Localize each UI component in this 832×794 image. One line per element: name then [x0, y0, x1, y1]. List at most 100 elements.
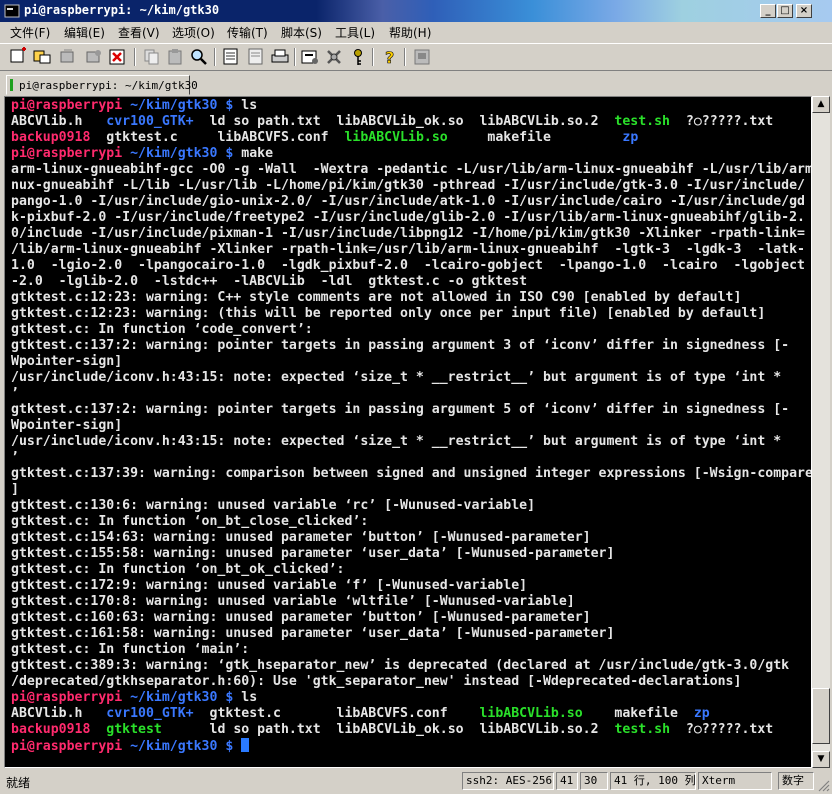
status-col: 30 — [580, 772, 608, 790]
terminal-line: gtktest.c:130:6: warning: unused variabl… — [11, 498, 811, 514]
terminal-text: gtktest.c libABCVFS.conf — [90, 130, 345, 145]
terminal-text: gtktest.c:160:63: warning: unused parame… — [11, 610, 591, 625]
terminal-text: gtktest.c: In function ‘on_bt_ok_clicked… — [11, 562, 345, 577]
global-options-icon[interactable] — [324, 47, 344, 67]
maximize-button[interactable]: □ — [777, 4, 793, 18]
terminal-text: gtktest.c:389:3: warning: ‘gtk_hseparato… — [11, 658, 790, 673]
menu-options[interactable]: 选项(O) — [172, 24, 215, 41]
close-button[interactable]: × — [796, 4, 812, 18]
toolbar-separator — [134, 48, 136, 66]
terminal-text: Wpointer-sign] — [11, 418, 123, 433]
terminal-text: pi@raspberrypi — [11, 690, 123, 705]
terminal-text: ABCVlib.h — [11, 114, 107, 129]
session-tab-label: pi@raspberrypi: ~/kim/gtk30 — [19, 79, 198, 92]
find-icon[interactable] — [189, 47, 209, 67]
terminal-text: libABCVLib.so — [479, 706, 583, 721]
terminal-text: /lib/arm-linux-gnueabihf -Xlinker -rpath… — [11, 242, 805, 257]
print-setup-icon[interactable] — [221, 47, 241, 67]
toolbar-separator — [214, 48, 216, 66]
key-map-icon[interactable] — [348, 47, 368, 67]
menu-file[interactable]: 文件(F) — [10, 24, 50, 41]
status-numlock: 数字 — [778, 772, 814, 790]
terminal-line: Wpointer-sign] — [11, 418, 811, 434]
terminal-text: gtktest.c:137:39: warning: comparison be… — [11, 466, 811, 481]
terminal-text: ?○?????.txt — [670, 114, 774, 129]
terminal-text: /usr/include/iconv.h:43:15: note: expect… — [11, 434, 782, 449]
minimize-button[interactable]: _ — [760, 4, 776, 18]
terminal-text: gtktest.c:130:6: warning: unused variabl… — [11, 498, 536, 513]
terminal-text: test.sh — [614, 114, 670, 129]
resize-grip-icon[interactable] — [818, 780, 830, 792]
terminal-line: pi@raspberrypi ~/kim/gtk30 $ make — [11, 146, 811, 162]
paste-icon[interactable] — [166, 47, 186, 67]
terminal-text: gtktest.c:170:8: warning: unused variabl… — [11, 594, 575, 609]
terminal-text: 1.0 -lgio-2.0 -lpangocairo-1.0 -lgdk_pix… — [11, 258, 805, 273]
terminal-line: /usr/include/iconv.h:43:15: note: expect… — [11, 434, 811, 450]
title-bar: pi@raspberrypi: ~/kim/gtk30 _ □ × — [0, 0, 832, 22]
terminal-text: gtktest.c:154:63: warning: unused parame… — [11, 530, 591, 545]
connected-indicator-icon — [10, 79, 13, 91]
status-protocol: ssh2: AES-256 — [462, 772, 554, 790]
menu-help[interactable]: 帮助(H) — [389, 24, 431, 41]
reconnect-icon[interactable] — [58, 47, 78, 67]
copy-icon[interactable] — [142, 47, 162, 67]
terminal-text: gtktest.c:137:2: warning: pointer target… — [11, 402, 790, 417]
terminal-line: gtktest.c:137:2: warning: pointer target… — [11, 402, 811, 418]
menu-script[interactable]: 脚本(S) — [281, 24, 322, 41]
connect-icon[interactable] — [32, 47, 52, 67]
terminal-text: nux-gnueabihf -L/lib -L/usr/lib -L/home/… — [11, 178, 805, 193]
scroll-down-button[interactable]: ▼ — [812, 751, 830, 768]
terminal-text: -2.0 -lglib-2.0 -lstdc++ -lABCVLib -ldl … — [11, 274, 528, 289]
terminal-text: gtktest.c: In function ‘on_bt_close_clic… — [11, 514, 369, 529]
menu-tools[interactable]: 工具(L) — [335, 24, 375, 41]
terminal-line: pi@raspberrypi ~/kim/gtk30 $ ls — [11, 98, 811, 114]
terminal-text: ABCVlib.h — [11, 706, 107, 721]
print-preview-icon[interactable] — [246, 47, 266, 67]
terminal-line: ABCVlib.h cvr100_GTK+ gtktest.c libABCVF… — [11, 706, 811, 722]
disconnect-icon[interactable] — [84, 47, 104, 67]
vertical-scrollbar[interactable]: ▲ ▼ — [812, 96, 830, 768]
svg-text:?: ? — [385, 48, 394, 67]
terminal-line: ] — [11, 482, 811, 498]
terminal-output: pi@raspberrypi ~/kim/gtk30 $ ls ABCVlib.h… — [11, 98, 811, 754]
terminal-text: /deprecated/gtkhseparator.h:60): Use 'gt… — [11, 674, 742, 689]
terminal-line: ’ — [11, 386, 811, 402]
help-icon[interactable]: ? — [380, 47, 400, 67]
menu-transfer[interactable]: 传输(T) — [227, 24, 268, 41]
terminal-line: gtktest.c:170:8: warning: unused variabl… — [11, 594, 811, 610]
status-terminal-type: Xterm — [698, 772, 772, 790]
about-icon[interactable] — [412, 47, 432, 67]
status-bar: 就绪 ssh2: AES-256 41 30 41 行, 100 列 Xterm… — [0, 770, 832, 794]
terminal-line: nux-gnueabihf -L/lib -L/usr/lib -L/home/… — [11, 178, 811, 194]
terminal-text: cvr100_GTK+ — [106, 706, 194, 721]
terminal-text: libABCVLib.so — [344, 130, 448, 145]
terminal-text: backup0918 — [11, 722, 91, 737]
terminal-text: pango-1.0 -I/usr/include/gio-unix-2.0/ -… — [11, 194, 805, 209]
terminal-line: gtktest.c:154:63: warning: unused parame… — [11, 530, 811, 546]
menu-view[interactable]: 查看(V) — [118, 24, 160, 41]
terminal-line: ’ — [11, 450, 811, 466]
terminal-area[interactable]: pi@raspberrypi ~/kim/gtk30 $ ls ABCVlib.h… — [4, 96, 812, 768]
terminal-text: gtktest.c:172:9: warning: unused variabl… — [11, 578, 528, 593]
close-session-icon[interactable] — [108, 47, 128, 67]
scroll-thumb[interactable] — [812, 688, 830, 744]
terminal-text: zp — [693, 706, 710, 721]
scroll-up-button[interactable]: ▲ — [812, 96, 830, 113]
terminal-line: gtktest.c:137:39: warning: comparison be… — [11, 466, 811, 482]
session-tab[interactable]: pi@raspberrypi: ~/kim/gtk30 — [6, 75, 198, 95]
terminal-text: test.sh — [614, 722, 671, 737]
session-options-icon[interactable] — [300, 47, 320, 67]
new-session-icon[interactable] — [8, 47, 28, 67]
terminal-line: gtktest.c: In function ‘on_bt_ok_clicked… — [11, 562, 811, 578]
terminal-line: /lib/arm-linux-gnueabihf -Xlinker -rpath… — [11, 242, 811, 258]
terminal-line: gtktest.c:172:9: warning: unused variabl… — [11, 578, 811, 594]
terminal-text: gtktest.c:12:23: warning: (this will be … — [11, 306, 766, 321]
terminal-text: 0/include -I/usr/include/pixman-1 -I/usr… — [11, 226, 805, 241]
terminal-text: gtktest.c:137:2: warning: pointer target… — [11, 338, 790, 353]
terminal-text: backup0918 — [11, 130, 91, 145]
print-icon[interactable] — [270, 47, 290, 67]
terminal-text: gtktest — [106, 722, 162, 737]
toolbar-separator — [294, 48, 296, 66]
menu-edit[interactable]: 编辑(E) — [64, 24, 105, 41]
terminal-text: gtktest.c: In function ‘code_convert’: — [11, 322, 313, 337]
